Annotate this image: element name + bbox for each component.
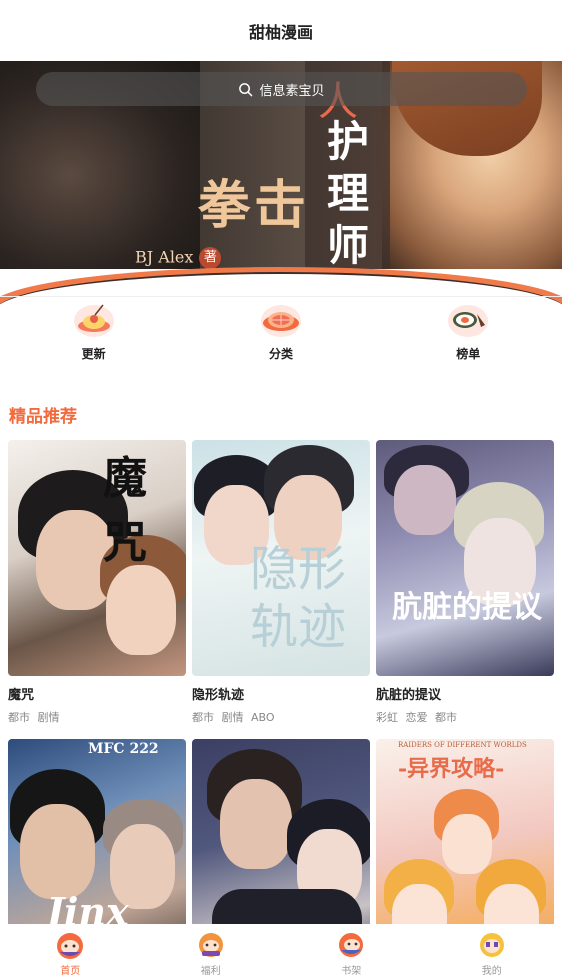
app-header: 甜柚漫画 xyxy=(0,0,562,61)
tab-label-bookshelf: 书架 xyxy=(341,966,362,977)
comic-title: 隐形轨迹 xyxy=(192,688,245,703)
comic-tags: 彩虹 恋爱 都市 xyxy=(376,709,554,725)
comic-cover[interactable]: 肮脏的提议 xyxy=(376,440,554,676)
tab-label-welfare: 福利 xyxy=(200,966,221,977)
section-title-recommended: 精品推荐 xyxy=(9,407,77,427)
comic-tag: 都市 xyxy=(8,711,30,724)
cover-title-art: 隐形轨迹 xyxy=(250,541,347,655)
tab-label-home: 首页 xyxy=(60,966,81,977)
cover-title-art: -异界攻略- xyxy=(398,756,505,782)
nav-item-category[interactable]: 分类 xyxy=(221,297,341,366)
nav-item-ranking[interactable]: 榜单 xyxy=(408,297,528,366)
comic-card[interactable]: 魔咒 魔咒 都市 剧情 xyxy=(8,440,186,725)
nav-item-update[interactable]: 更新 xyxy=(34,297,154,366)
comic-title: 魔咒 xyxy=(8,688,35,703)
banner-author: BJ Alex 著 xyxy=(135,247,222,269)
banner-title-left: 拳击 xyxy=(198,175,311,236)
cover-sign-art: MFC 222 xyxy=(88,741,159,757)
app-title: 甜柚漫画 xyxy=(248,22,313,42)
comic-tags: 都市 剧情 xyxy=(8,709,186,725)
comic-tag: 恋爱 xyxy=(405,711,428,724)
cover-title-art: 魔咒 xyxy=(103,453,147,568)
banner-title-vertical: 护理师 xyxy=(326,117,369,269)
profile-mascot-icon xyxy=(479,933,504,957)
tab-home[interactable]: 首页 xyxy=(20,924,120,978)
bottom-tab-bar: 首页 福利 书架 我的 xyxy=(0,924,562,978)
comic-tags: 都市 剧情 ABO xyxy=(192,709,370,725)
category-nav: 更新 分类 榜单 xyxy=(0,296,562,366)
comic-cover[interactable]: 魔咒 xyxy=(8,440,186,676)
banner-author-badge: 著 xyxy=(199,247,222,269)
cover-subtitle-art: RAIDERS OF DIFFERENT WORLDS xyxy=(398,741,527,749)
nav-label-update: 更新 xyxy=(81,347,106,361)
tab-welfare[interactable]: 福利 xyxy=(161,924,261,978)
dessert-plate-icon xyxy=(73,304,114,337)
app-page: 甜柚漫画 人 护理师 拳击 BJ Alex著 信息素宝贝 xyxy=(0,0,562,978)
comic-cover[interactable]: 隐形轨迹 xyxy=(192,440,370,676)
nav-label-ranking: 榜单 xyxy=(456,347,481,361)
comic-title: 肮脏的提议 xyxy=(376,688,442,703)
cover-title-art: 肮脏的提议 xyxy=(392,590,542,625)
bookshelf-mascot-icon xyxy=(339,933,364,957)
tab-bookshelf[interactable]: 书架 xyxy=(301,924,401,978)
comic-tag: 彩虹 xyxy=(376,711,398,724)
nav-label-category: 分类 xyxy=(268,347,293,361)
tab-profile[interactable]: 我的 xyxy=(442,924,542,978)
search-bar[interactable]: 信息素宝贝 xyxy=(36,72,527,106)
comic-tag: ABO xyxy=(251,711,275,724)
home-mascot-icon xyxy=(57,933,84,959)
search-icon xyxy=(239,82,253,96)
tab-label-profile: 我的 xyxy=(481,966,502,977)
grapefruit-plate-icon xyxy=(260,305,301,337)
banner-author-name: BJ Alex xyxy=(135,247,194,267)
sushi-roll-icon xyxy=(448,305,489,337)
comic-tag: 都市 xyxy=(435,711,457,724)
comic-card[interactable]: 隐形轨迹 隐形轨迹 都市 剧情 ABO xyxy=(192,440,370,725)
comic-tag: 剧情 xyxy=(37,711,60,724)
comic-tag: 都市 xyxy=(192,711,214,724)
comic-grid: 魔咒 魔咒 都市 剧情 隐形轨迹 隐形轨迹 都市 剧情 ABO 肮脏的提议 肮脏… xyxy=(8,440,554,975)
comic-card[interactable]: 肮脏的提议 肮脏的提议 彩虹 恋爱 都市 xyxy=(376,440,554,725)
search-placeholder: 信息素宝贝 xyxy=(259,83,325,99)
welfare-mascot-icon xyxy=(198,933,223,957)
comic-tag: 剧情 xyxy=(221,711,244,724)
